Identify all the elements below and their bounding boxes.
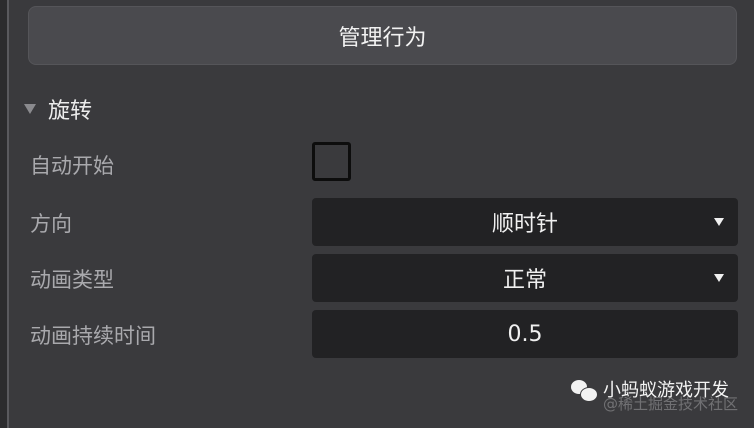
collapse-triangle-icon[interactable] [24,104,36,114]
animation-duration-input[interactable]: 0.5 [312,310,738,358]
dropdown-caret-icon [714,274,724,282]
animation-duration-value: 0.5 [507,321,543,347]
dropdown-caret-icon [714,218,724,226]
rotate-section-header[interactable]: 旋转 [24,92,92,126]
auto-start-checkbox[interactable] [312,142,351,181]
panel-left-border [0,0,9,428]
watermark-sub-text: @稀土掘金技术社区 [603,395,739,413]
section-title: 旋转 [48,99,93,124]
animation-type-label: 动画类型 [30,268,114,292]
direction-dropdown[interactable]: 顺时针 [312,198,738,246]
wechat-icon [571,380,598,402]
animation-type-value: 正常 [502,268,547,293]
direction-value: 顺时针 [491,212,558,237]
direction-label: 方向 [30,212,72,236]
manage-behaviors-button[interactable]: 管理行为 [28,6,737,65]
watermark: 小蚂蚁游戏开发 @稀土掘金技术社区 [571,380,738,413]
animation-duration-label: 动画持续时间 [30,324,156,348]
auto-start-label: 自动开始 [30,154,114,178]
animation-type-dropdown[interactable]: 正常 [312,254,738,302]
manage-behaviors-label: 管理行为 [338,25,427,51]
